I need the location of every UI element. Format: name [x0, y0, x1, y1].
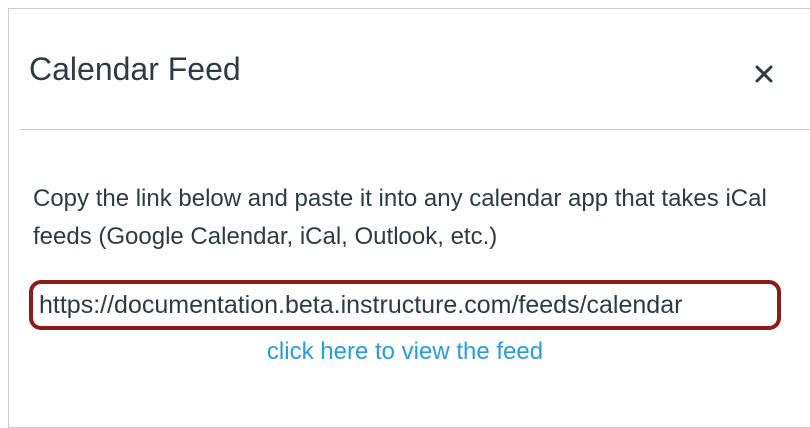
- close-icon: [747, 57, 781, 91]
- header-divider: [20, 129, 810, 130]
- dialog-title: Calendar Feed: [29, 51, 241, 87]
- calendar-feed-dialog: Calendar Feed Copy the link below and pa…: [8, 8, 810, 428]
- close-button[interactable]: [747, 57, 781, 91]
- feed-url-input[interactable]: [39, 289, 773, 321]
- feed-url-highlight: [29, 280, 781, 330]
- view-feed-link[interactable]: click here to view the feed: [9, 337, 801, 367]
- instructions-text: Copy the link below and paste it into an…: [33, 185, 767, 250]
- dialog-header: Calendar Feed: [9, 9, 810, 129]
